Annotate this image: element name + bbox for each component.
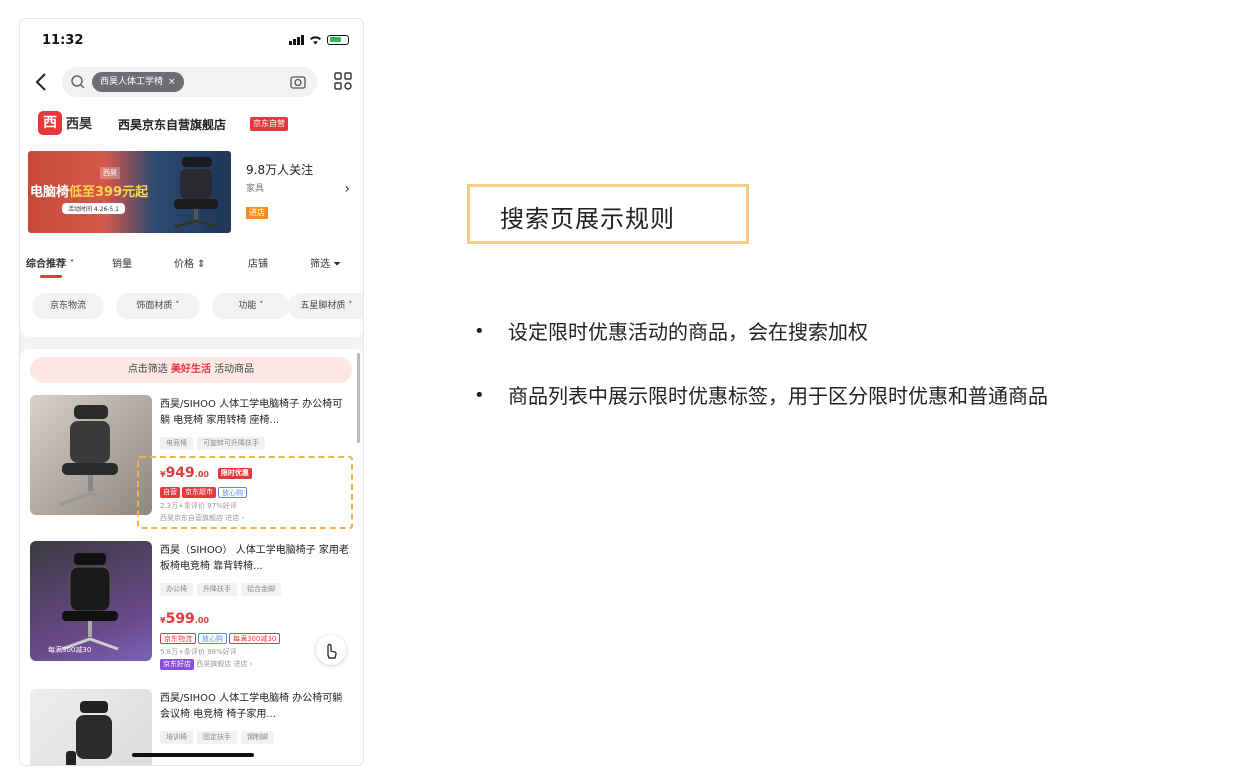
product-tag: 电竞椅 (160, 437, 193, 450)
product-tags: 办公椅 升降扶手 铝合金脚 (160, 583, 281, 596)
banner-title-b: 低至399元起 (69, 185, 149, 200)
chevron-right-icon[interactable]: › (344, 181, 350, 197)
shop-logo[interactable]: 西 (38, 111, 62, 135)
product-tag: 固定扶手 (197, 731, 237, 744)
search-bar[interactable]: 西昊人体工学椅 × (62, 67, 317, 97)
promo-filter-strip[interactable]: 点击筛选 美好生活 活动商品 (30, 357, 352, 383)
shop-link-text: 西昊旗舰店 进店 › (196, 660, 253, 668)
product-tag: 可旋转可升降扶手 (197, 437, 265, 450)
slide-title-box: 搜索页展示规则 (467, 184, 749, 244)
filter-chip-surface-material[interactable]: 饰面材质 ˅ (116, 293, 200, 319)
product-tag: 钢制脚 (241, 731, 274, 744)
hand-pointer-icon (327, 643, 337, 659)
office-chair-image (173, 157, 219, 229)
chip-close-icon[interactable]: × (168, 72, 176, 92)
product-tag: 办公椅 (160, 583, 193, 596)
shop-info-panel[interactable]: 9.8万人关注 家具 进店 › (234, 151, 354, 233)
banner-subtitle: 活动时间 4.26-5.1 (62, 203, 125, 214)
sort-price[interactable]: 价格 ⇕ (174, 255, 206, 270)
shop-logo-text: 西昊 (66, 117, 93, 132)
filter-chip-function[interactable]: 功能 ˅ (212, 293, 290, 319)
product-tag: 培训椅 (160, 731, 193, 744)
sort-comprehensive[interactable]: 综合推荐 ˅ (26, 255, 74, 270)
grid-view-icon[interactable] (333, 71, 353, 91)
product-price: ¥599.00 (160, 611, 209, 627)
product-title[interactable]: 西昊（SIHOO） 人体工学电脑椅子 家用老板椅电竞椅 靠背转椅... (160, 543, 350, 575)
thumb-promo-label: 每满300减30 (48, 646, 92, 654)
product-tag: 升降扶手 (197, 583, 237, 596)
camera-icon[interactable] (289, 73, 307, 91)
phone-screenshot: 11:32 西昊人体工学椅 × 西 西昊 西昊京东自营旗舰店 京东自营 西昊 电… (19, 18, 364, 766)
self-operated-badge: 京东自营 (250, 117, 288, 131)
good-shop-badge: 京东好店 (160, 659, 194, 670)
filter-chip-jd-logistics[interactable]: 京东物流 (32, 293, 104, 319)
assured-badge: 放心购 (198, 633, 227, 644)
status-icons (289, 35, 349, 45)
enter-shop-tag[interactable]: 进店 (246, 207, 268, 219)
price-dec: .00 (194, 616, 209, 625)
logistics-badge: 京东物流 (160, 633, 196, 644)
slide-title: 搜索页展示规则 (500, 205, 675, 233)
feedback-float-button[interactable] (316, 635, 346, 665)
promo-highlight: 美好生活 (171, 364, 211, 375)
sort-sales[interactable]: 销量 (112, 255, 132, 270)
slide-bullet-list: 设定限时优惠活动的商品，会在搜索加权 商品列表中展示限时优惠标签，用于区分限时优… (472, 317, 1048, 445)
promo-prefix: 点击筛选 (127, 364, 168, 375)
home-indicator (132, 753, 254, 757)
product-tags: 培训椅 固定扶手 钢制脚 (160, 731, 274, 744)
product-image[interactable]: 每满300减30 (30, 541, 152, 661)
search-query-text: 西昊人体工学椅 (100, 77, 164, 87)
wifi-icon (310, 36, 321, 45)
discount-badge: 每满300减30 (229, 633, 281, 644)
chair-image (66, 701, 112, 765)
search-query-chip[interactable]: 西昊人体工学椅 × (92, 72, 184, 92)
search-results: 点击筛选 美好生活 活动商品 西昊/SIHOO 人体工学电脑椅子 办公椅可躺 电… (20, 349, 363, 765)
slide-bullet: 商品列表中展示限时优惠标签，用于区分限时优惠和普通商品 (472, 381, 1048, 411)
search-header-card: 11:32 西昊人体工学椅 × 西 西昊 西昊京东自营旗舰店 京东自营 西昊 电… (20, 19, 363, 337)
shop-category: 家具 (246, 184, 265, 194)
banner-title: 电脑椅低至399元起 (30, 181, 148, 200)
product-tags: 电竞椅 可旋转可升降扶手 (160, 437, 265, 450)
service-badges: 京东物流 放心购 每满300减30 (160, 633, 281, 644)
product-title[interactable]: 西昊/SIHOO 人体工学电脑椅子 办公椅可躺 电竞椅 家用转椅 座椅... (160, 397, 350, 429)
sort-bar: 综合推荐 ˅ 销量 价格 ⇕ 店铺 筛选 ⏷ (20, 255, 363, 275)
shop-banner[interactable]: 西昊 电脑椅低至399元起 活动时间 4.26-5.1 (28, 151, 231, 233)
battery-icon (327, 35, 349, 45)
banner-title-a: 电脑椅 (30, 185, 70, 200)
filter-chip-base-material[interactable]: 五星脚材质 ˅ (288, 293, 363, 319)
shop-name[interactable]: 西昊京东自营旗舰店 (118, 116, 226, 133)
status-time: 11:32 (42, 33, 84, 48)
sort-shop[interactable]: 店铺 (248, 255, 268, 270)
limited-time-highlight-box (137, 456, 353, 529)
product-tag: 铝合金脚 (241, 583, 281, 596)
product-card[interactable]: 每满300减30 西昊（SIHOO） 人体工学电脑椅子 家用老板椅电竞椅 靠背转… (30, 541, 360, 671)
chair-image (59, 405, 121, 507)
product-image[interactable] (30, 395, 152, 515)
product-reviews: 5.8万+条评价 98%好评 (160, 648, 237, 656)
sort-active-underline (40, 275, 62, 278)
signal-icon (289, 35, 304, 45)
shop-followers: 9.8万人关注 (246, 163, 314, 177)
sort-filter[interactable]: 筛选 ⏷ (310, 255, 341, 270)
price-int: 599 (165, 611, 195, 627)
banner-brand: 西昊 (100, 167, 120, 179)
search-icon (71, 75, 85, 89)
back-arrow-icon[interactable] (34, 71, 48, 93)
product-shop-link[interactable]: 京东好店 西昊旗舰店 进店 › (160, 659, 252, 670)
filter-chip-row: 京东物流 饰面材质 ˅ 功能 ˅ 五星脚材质 ˅ (20, 293, 363, 321)
chair-image (61, 553, 119, 651)
promo-suffix: 活动商品 (214, 364, 255, 375)
slide-bullet: 设定限时优惠活动的商品，会在搜索加权 (472, 317, 1048, 347)
product-title[interactable]: 西昊/SIHOO 人体工学电脑椅 办公椅可躺 会议椅 电竞椅 椅子家用... (160, 691, 350, 723)
